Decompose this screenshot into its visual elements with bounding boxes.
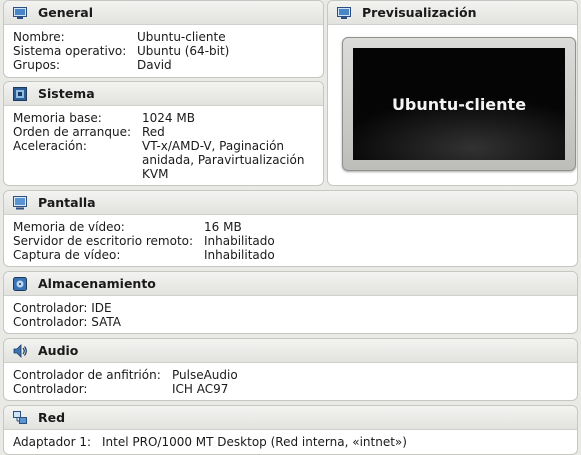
general-row: Grupos: David (13, 58, 323, 72)
row-value: 1024 MB (142, 111, 195, 125)
row-value: Ubuntu-cliente (137, 30, 226, 44)
general-panel: General Nombre: Ubuntu-cliente Sistema o… (3, 0, 324, 78)
row-key: Nombre: (13, 30, 65, 44)
audio-panel: Audio Controlador de anfitrión: PulseAud… (3, 338, 578, 401)
almacenamiento-title: Almacenamiento (38, 276, 156, 291)
red-header[interactable]: Red (4, 406, 577, 430)
preview-monitor: Ubuntu-cliente (342, 37, 576, 171)
row-key: Orden de arranque: (13, 125, 132, 139)
red-title: Red (38, 410, 66, 425)
row-value: David (137, 58, 172, 72)
audio-title: Audio (38, 343, 79, 358)
row-value: Red (142, 125, 165, 139)
row-key: Adaptador 1: (13, 435, 92, 449)
preview-vm-name: Ubuntu-cliente (391, 94, 527, 114)
almacenamiento-row: Controlador: IDE (13, 301, 577, 315)
pantalla-rows: Memoria de vídeo: 16 MB Servidor de escr… (4, 215, 577, 262)
row-value: Inhabilitado (204, 248, 275, 262)
sistema-row: Orden de arranque: Red (13, 125, 323, 139)
general-row: Sistema operativo: Ubuntu (64-bit) (13, 44, 323, 58)
row-key: Aceleración: (13, 139, 87, 153)
network-icon (13, 410, 27, 424)
storage-icon (13, 276, 27, 291)
sistema-row: Memoria base: 1024 MB (13, 111, 323, 125)
red-row: Adaptador 1: Intel PRO/1000 MT Desktop (… (13, 435, 577, 449)
red-rows: Adaptador 1: Intel PRO/1000 MT Desktop (… (4, 430, 577, 449)
general-rows: Nombre: Ubuntu-cliente Sistema operativo… (4, 25, 323, 72)
pantalla-row: Memoria de vídeo: 16 MB (13, 220, 577, 234)
almacenamiento-header[interactable]: Almacenamiento (4, 272, 577, 296)
red-panel: Red Adaptador 1: Intel PRO/1000 MT Deskt… (3, 405, 578, 455)
monitor-icon (13, 6, 27, 19)
preview-header[interactable]: Previsualización (328, 1, 577, 25)
sistema-row: Aceleración: VT-x/AMD-V, Paginación anid… (13, 139, 323, 181)
row-key: Captura de vídeo: (13, 248, 121, 262)
row-key: Memoria de vídeo: (13, 220, 125, 234)
row-value: ICH AC97 (172, 382, 229, 396)
audio-row: Controlador de anfitrión: PulseAudio (13, 368, 577, 382)
preview-panel: Previsualización Ubuntu-cliente (327, 0, 578, 186)
preview-title: Previsualización (362, 5, 477, 20)
display-icon (13, 195, 27, 209)
speaker-icon (13, 343, 27, 358)
sistema-title: Sistema (38, 86, 95, 101)
row-key: Servidor de escritorio remoto: (13, 234, 194, 248)
audio-rows: Controlador de anfitrión: PulseAudio Con… (4, 363, 577, 396)
pantalla-row: Servidor de escritorio remoto: Inhabilit… (13, 234, 577, 248)
chip-icon (13, 86, 27, 101)
row-key: Sistema operativo: (13, 44, 127, 58)
pantalla-title: Pantalla (38, 195, 96, 210)
sistema-header[interactable]: Sistema (4, 82, 323, 106)
monitor-icon (337, 6, 351, 19)
row-value: Inhabilitado (204, 234, 275, 248)
row-value: Ubuntu (64-bit) (137, 44, 230, 58)
pantalla-row: Captura de vídeo: Inhabilitado (13, 248, 577, 262)
sistema-panel: Sistema Memoria base: 1024 MB Orden de a… (3, 81, 324, 186)
almacenamiento-panel: Almacenamiento Controlador: IDE Controla… (3, 271, 578, 334)
row-key: Memoria base: (13, 111, 102, 125)
row-value: 16 MB (204, 220, 242, 234)
almacenamiento-row: Controlador: SATA (13, 315, 577, 329)
pantalla-header[interactable]: Pantalla (4, 191, 577, 215)
preview-screen: Ubuntu-cliente (353, 48, 565, 160)
audio-header[interactable]: Audio (4, 339, 577, 363)
row-key: Controlador: IDE (13, 301, 112, 315)
row-key: Controlador de anfitrión: (13, 368, 161, 382)
row-value: PulseAudio (172, 368, 238, 382)
row-key: Grupos: (13, 58, 61, 72)
sistema-rows: Memoria base: 1024 MB Orden de arranque:… (4, 106, 323, 181)
almacenamiento-rows: Controlador: IDE Controlador: SATA (4, 296, 577, 329)
audio-row: Controlador: ICH AC97 (13, 382, 577, 396)
general-row: Nombre: Ubuntu-cliente (13, 30, 323, 44)
row-value: VT-x/AMD-V, Paginación anidada, Paravirt… (142, 139, 305, 181)
pantalla-panel: Pantalla Memoria de vídeo: 16 MB Servido… (3, 190, 578, 267)
row-key: Controlador: (13, 382, 88, 396)
general-header[interactable]: General (4, 1, 323, 25)
general-title: General (38, 5, 93, 20)
row-key: Controlador: SATA (13, 315, 121, 329)
row-value: Intel PRO/1000 MT Desktop (Red interna, … (102, 435, 407, 449)
